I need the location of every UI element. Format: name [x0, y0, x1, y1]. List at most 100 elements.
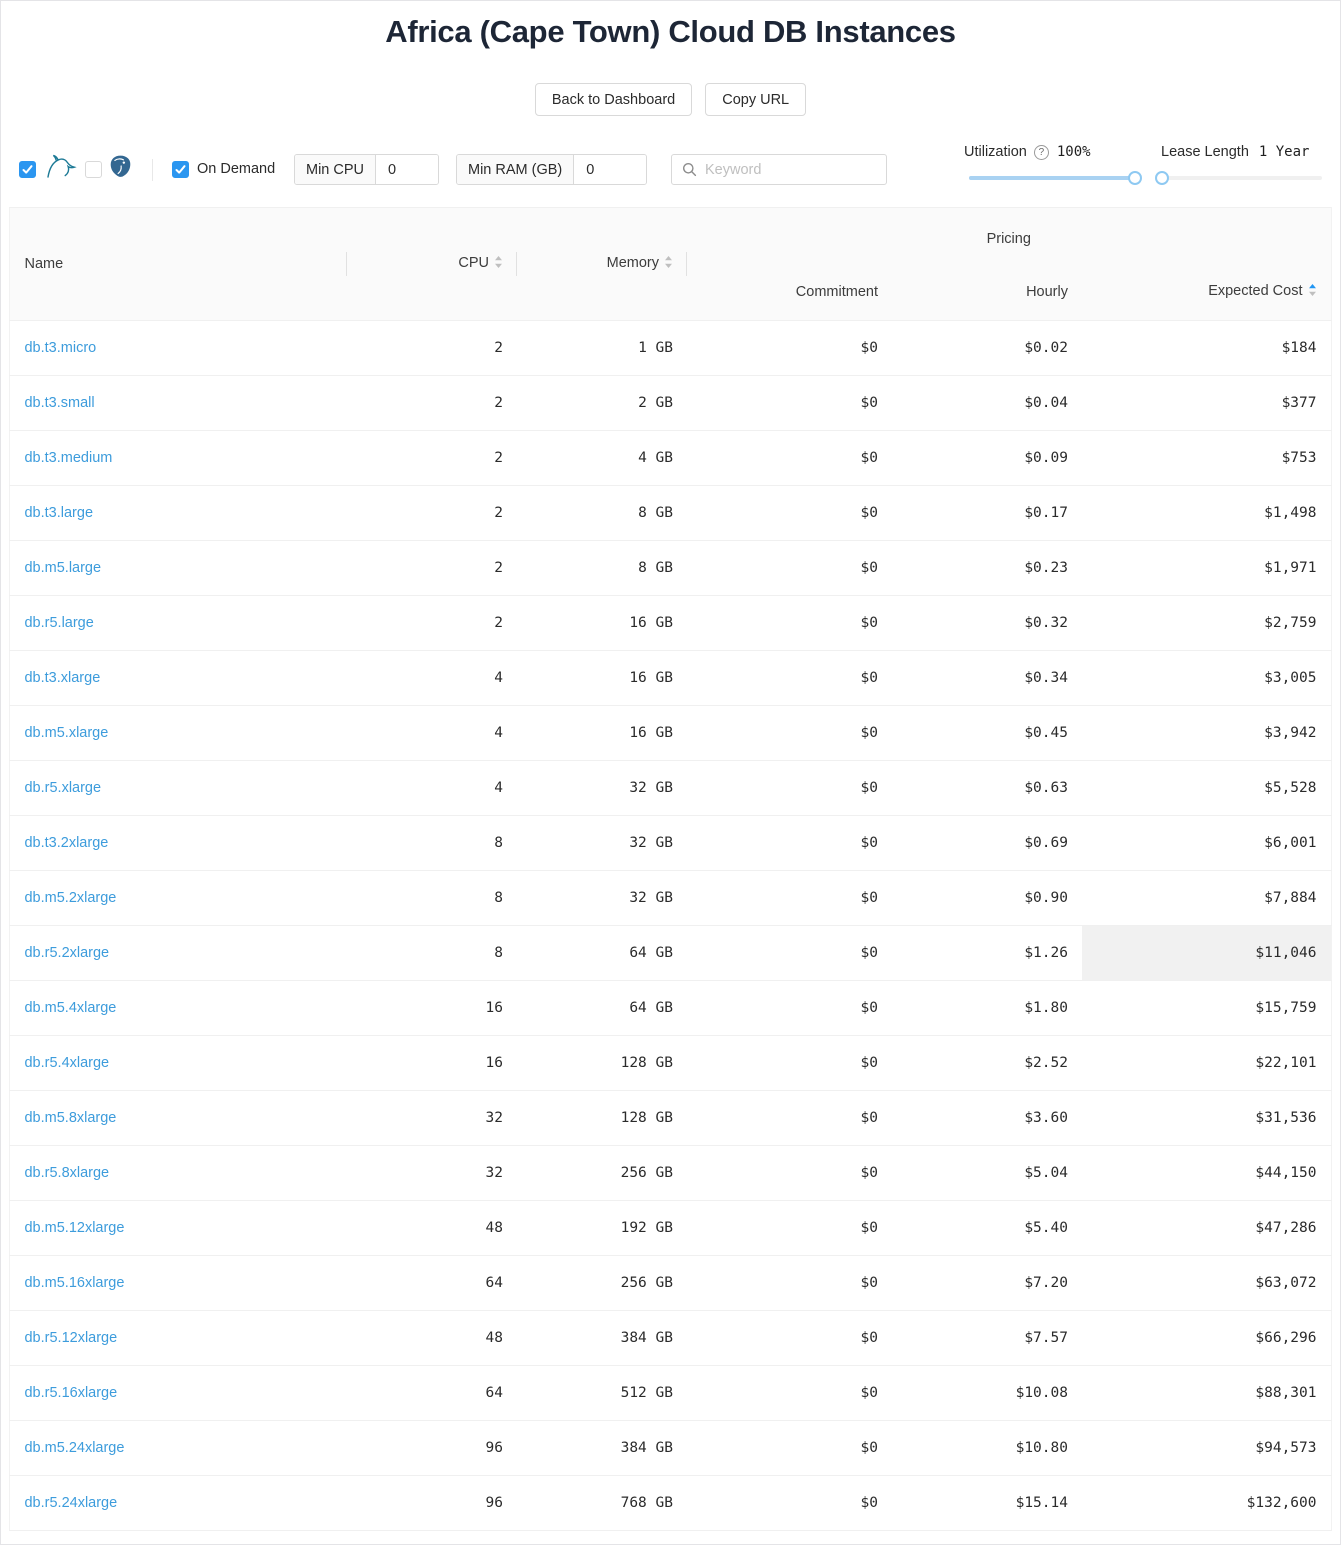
table-row: db.r5.xlarge 4 32 GB $0 $0.63 $5,528 [10, 761, 1331, 816]
back-to-dashboard-button[interactable]: Back to Dashboard [535, 83, 692, 116]
lease-length-value: 1 Year [1259, 144, 1310, 160]
instance-name-link[interactable]: db.m5.xlarge [24, 725, 108, 741]
instance-name-link[interactable]: db.r5.xlarge [24, 780, 101, 796]
on-demand-checkbox[interactable] [172, 161, 189, 178]
column-header-name[interactable]: Name [10, 208, 347, 321]
commitment-cell: $0 [687, 321, 892, 376]
slider-fill [969, 176, 1135, 180]
instance-name-link[interactable]: db.m5.12xlarge [24, 1220, 124, 1236]
table-row: db.r5.2xlarge 8 64 GB $0 $1.26 $11,046 [10, 926, 1331, 981]
hourly-cell: $7.20 [892, 1256, 1082, 1311]
instance-name-link[interactable]: db.m5.4xlarge [24, 1000, 116, 1016]
instance-name-link[interactable]: db.m5.large [24, 560, 101, 576]
column-header-expected-cost[interactable]: Expected Cost [1082, 264, 1331, 321]
cpu-cell: 8 [347, 926, 517, 981]
commitment-cell: $0 [687, 486, 892, 541]
filter-divider [152, 159, 153, 181]
sort-carets-icon[interactable] [664, 255, 673, 273]
table-row: db.t3.micro 2 1 GB $0 $0.02 $184 [10, 321, 1331, 376]
instance-name-link[interactable]: db.m5.16xlarge [24, 1275, 124, 1291]
question-circle-icon[interactable] [1034, 145, 1049, 160]
lease-length-label-group: Lease Length 1 Year [1161, 144, 1309, 160]
expected-cost-cell: $94,573 [1082, 1421, 1331, 1476]
table-row: db.m5.large 2 8 GB $0 $0.23 $1,971 [10, 541, 1331, 596]
instance-name-link[interactable]: db.r5.24xlarge [24, 1495, 117, 1511]
cpu-cell: 16 [347, 981, 517, 1036]
action-buttons: Back to Dashboard Copy URL [1, 83, 1340, 116]
cpu-cell: 8 [347, 816, 517, 871]
cpu-cell: 2 [347, 431, 517, 486]
instance-name-link[interactable]: db.m5.24xlarge [24, 1440, 124, 1456]
utilization-label: Utilization [964, 144, 1027, 160]
memory-cell: 32 GB [517, 816, 687, 871]
min-ram-label: Min RAM (GB) [457, 155, 574, 184]
column-header-memory[interactable]: Memory [517, 208, 687, 321]
expected-cost-cell: $184 [1082, 321, 1331, 376]
sort-carets-icon[interactable] [494, 255, 503, 273]
expected-cost-cell: $31,536 [1082, 1091, 1331, 1146]
table-row: db.r5.12xlarge 48 384 GB $0 $7.57 $66,29… [10, 1311, 1331, 1366]
on-demand-label[interactable]: On Demand [197, 161, 275, 178]
memory-cell: 16 GB [517, 651, 687, 706]
copy-url-button[interactable]: Copy URL [705, 83, 806, 116]
instance-name-link[interactable]: db.r5.2xlarge [24, 945, 109, 961]
instance-name-link[interactable]: db.r5.4xlarge [24, 1055, 109, 1071]
min-cpu-input[interactable] [376, 155, 438, 184]
hourly-cell: $0.17 [892, 486, 1082, 541]
table-row: db.t3.medium 2 4 GB $0 $0.09 $753 [10, 431, 1331, 486]
memory-cell: 384 GB [517, 1421, 687, 1476]
instance-name-link[interactable]: db.t3.micro [24, 340, 96, 356]
cpu-cell: 64 [347, 1366, 517, 1421]
utilization-slider[interactable] [969, 171, 1135, 185]
mysql-filter-checkbox[interactable] [19, 161, 36, 178]
column-header-cpu[interactable]: CPU [347, 208, 517, 321]
table-row: db.t3.2xlarge 8 32 GB $0 $0.69 $6,001 [10, 816, 1331, 871]
column-header-hourly[interactable]: Hourly [892, 264, 1082, 321]
instance-name-link[interactable]: db.m5.2xlarge [24, 890, 116, 906]
column-header-commitment[interactable]: Commitment [687, 264, 892, 321]
instance-name-link[interactable]: db.t3.2xlarge [24, 835, 108, 851]
expected-cost-cell: $11,046 [1082, 926, 1331, 981]
hourly-cell: $0.09 [892, 431, 1082, 486]
instance-name-link[interactable]: db.t3.medium [24, 450, 112, 466]
sort-carets-ascending-icon[interactable] [1308, 283, 1317, 301]
table-row: db.t3.xlarge 4 16 GB $0 $0.34 $3,005 [10, 651, 1331, 706]
memory-cell: 16 GB [517, 706, 687, 761]
memory-cell: 64 GB [517, 926, 687, 981]
instance-name-link[interactable]: db.r5.large [24, 615, 93, 631]
page-title: Africa (Cape Town) Cloud DB Instances [1, 14, 1340, 50]
min-cpu-label: Min CPU [295, 155, 376, 184]
hourly-cell: $10.80 [892, 1421, 1082, 1476]
cpu-cell: 48 [347, 1311, 517, 1366]
hourly-cell: $0.04 [892, 376, 1082, 431]
commitment-cell: $0 [687, 1256, 892, 1311]
instance-name-link[interactable]: db.r5.8xlarge [24, 1165, 109, 1181]
commitment-cell: $0 [687, 1201, 892, 1256]
instance-name-link[interactable]: db.t3.large [24, 505, 93, 521]
check-icon [174, 163, 187, 176]
column-group-header-pricing: Pricing [687, 208, 1331, 264]
cpu-cell: 32 [347, 1091, 517, 1146]
memory-cell: 128 GB [517, 1091, 687, 1146]
hourly-cell: $0.32 [892, 596, 1082, 651]
utilization-slider-thumb[interactable] [1128, 171, 1142, 185]
lease-length-slider[interactable] [1162, 171, 1322, 185]
instance-name-link[interactable]: db.t3.small [24, 395, 94, 411]
lease-length-label: Lease Length [1161, 144, 1249, 160]
keyword-search-box [671, 154, 887, 185]
lease-length-slider-thumb[interactable] [1155, 171, 1169, 185]
instance-name-link[interactable]: db.r5.16xlarge [24, 1385, 117, 1401]
postgresql-filter-checkbox[interactable] [85, 161, 102, 178]
instance-name-link[interactable]: db.r5.12xlarge [24, 1330, 117, 1346]
memory-cell: 512 GB [517, 1366, 687, 1421]
memory-cell: 2 GB [517, 376, 687, 431]
expected-cost-cell: $3,942 [1082, 706, 1331, 761]
cpu-cell: 8 [347, 871, 517, 926]
hourly-cell: $7.57 [892, 1311, 1082, 1366]
instance-name-link[interactable]: db.t3.xlarge [24, 670, 100, 686]
commitment-cell: $0 [687, 926, 892, 981]
instance-name-link[interactable]: db.m5.8xlarge [24, 1110, 116, 1126]
memory-cell: 16 GB [517, 596, 687, 651]
keyword-input[interactable] [705, 162, 876, 178]
min-ram-input[interactable] [574, 155, 646, 184]
